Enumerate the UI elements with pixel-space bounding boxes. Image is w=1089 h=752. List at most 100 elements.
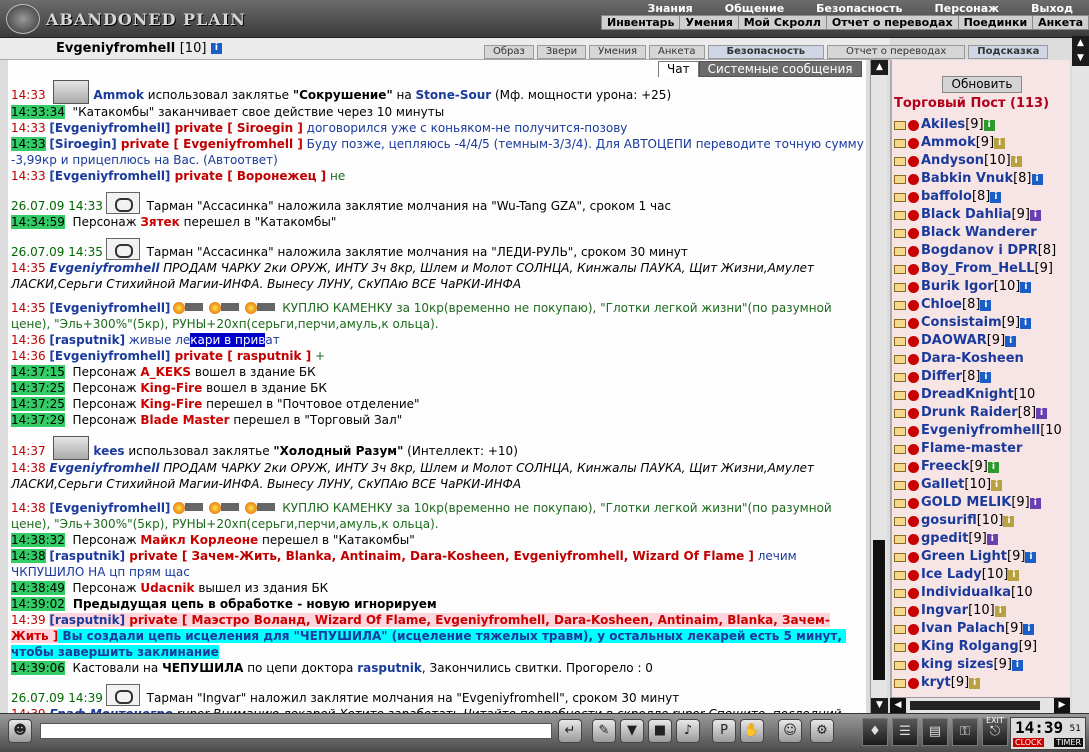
player-row[interactable]: Chloe [8] i [894,296,1070,314]
info-icon[interactable]: i [991,479,1003,491]
info-icon[interactable]: i [1025,551,1037,563]
player-row[interactable]: King Rolgang [9] [894,638,1070,656]
mail-icon[interactable] [894,462,906,472]
player-name[interactable]: DreadKnight [921,386,1014,404]
player-name[interactable]: Майкл Корлеоне [140,533,258,547]
info-icon[interactable]: i [1008,569,1020,581]
player-row[interactable]: Akiles [9] i [894,116,1070,134]
user-name[interactable]: Evgeniyfromhell [10] i [56,41,222,56]
sender-name[interactable]: [Siroegin] [49,137,116,151]
mail-icon[interactable] [894,444,906,454]
mail-icon[interactable] [894,372,906,382]
player-row[interactable]: Black Dahlia [9] i [894,206,1070,224]
mail-icon[interactable] [894,138,906,148]
player-row[interactable]: baffolo [8] i [894,188,1070,206]
sender-name[interactable]: [Evgeniyfromhell] [49,501,170,515]
info-icon[interactable]: i [986,533,998,545]
player-row[interactable]: king sizes [9] i [894,656,1070,674]
player-row[interactable]: Evgeniyfromhell [10 [894,422,1070,440]
player-row[interactable]: DAOWAR [9] i [894,332,1070,350]
scroll-down-icon[interactable]: ▼ [1072,51,1089,66]
player-name[interactable]: Flame-master [921,440,1022,458]
player-row[interactable]: DreadKnight [10 [894,386,1070,404]
scroll-left-icon[interactable]: ◀ [890,698,906,713]
player-row[interactable]: Dara-Kosheen [894,350,1070,368]
lock-icon[interactable]: ⚿ [952,718,978,746]
private-recipients[interactable]: private [ Зачем-Жить, Blanka, Antinaim, … [125,549,754,563]
sender-name[interactable]: [Evgeniyfromhell] [49,169,170,183]
tab-transfer-report[interactable]: Отчет о переводах [827,45,966,59]
player-row[interactable]: GOLD MELIK [9] i [894,494,1070,512]
info-icon[interactable]: i [1003,515,1015,527]
mail-icon[interactable] [894,354,906,364]
hand-icon[interactable]: ✋ [740,719,764,743]
info-icon[interactable]: i [1011,659,1023,671]
player-row[interactable]: Drunk Raider [8] i [894,404,1070,422]
player-name[interactable]: Ivan Palach [921,620,1005,638]
mail-icon[interactable] [894,660,906,670]
chat-scrollbar[interactable]: ▲ ▼ [870,60,888,713]
player-row[interactable]: Ivan Palach [9] i [894,620,1070,638]
player-row[interactable]: Freeck [9] i [894,458,1070,476]
mail-icon[interactable] [894,534,906,544]
actor-name[interactable]: Ammok [93,88,144,102]
info-icon[interactable]: i [994,605,1006,617]
book-icon[interactable]: ▤ [922,718,948,746]
panel-scrollbar[interactable]: ▲ ▼ [1072,36,1089,713]
submenu-inventory[interactable]: Инвентарь [602,16,681,29]
enter-icon[interactable]: ↵ [558,719,582,743]
player-name[interactable]: King-Fire [140,381,202,395]
mail-icon[interactable] [894,678,906,688]
player-name[interactable]: Ingvar [921,602,968,620]
sender-name[interactable]: [Evgeniyfromhell] [49,301,170,315]
panel-hscrollbar[interactable]: ◀ ▶ [890,697,1070,713]
info-icon[interactable]: i [1023,623,1035,635]
player-row[interactable]: Burik Igor [10] i [894,278,1070,296]
scroll-thumb[interactable] [873,540,885,680]
mail-icon[interactable] [894,210,906,220]
refresh-button[interactable]: Обновить [942,76,1022,93]
target-name[interactable]: Stone-Sour [416,88,492,102]
player-name[interactable]: Blade Master [140,413,229,427]
sender-name[interactable]: [rasputnik] [49,333,125,347]
player-row[interactable]: kryt [9] i [894,674,1070,692]
actor-name[interactable]: Evgeniyfromhell [49,461,159,475]
player-name[interactable]: King-Fire [140,397,202,411]
tab-image[interactable]: Образ [484,45,534,59]
player-name[interactable]: Babkin Vnuk [921,170,1013,188]
mail-icon[interactable] [894,624,906,634]
player-row[interactable]: Consistaim [9] i [894,314,1070,332]
info-icon[interactable]: i [969,677,981,689]
tab-security[interactable]: Безопасность [707,45,825,59]
player-row[interactable]: gpedit [9] i [894,530,1070,548]
player-row[interactable]: Andyson [10] i [894,152,1070,170]
info-icon[interactable]: i [1036,407,1048,419]
info-icon[interactable]: i [1029,497,1041,509]
tab-system-messages[interactable]: Системные сообщения [698,61,862,77]
player-row[interactable]: Bogdanov i DPR [8] [894,242,1070,260]
player-name[interactable]: Ammok [921,134,976,152]
scroll-down-icon[interactable]: ▼ [871,698,888,713]
player-name[interactable]: Akiles [921,116,965,134]
player-name[interactable]: kryt [921,674,951,692]
filter-icon[interactable]: ▼ [620,719,644,743]
info-icon[interactable]: i [1005,335,1017,347]
info-icon[interactable]: i [210,43,222,54]
info-icon[interactable]: i [987,461,999,473]
bag-icon[interactable]: ♦ [862,718,888,746]
chat-input[interactable] [40,723,552,739]
mail-icon[interactable] [894,192,906,202]
tab-profile[interactable]: Анкета [649,45,705,59]
save-icon[interactable]: ■ [648,719,672,743]
mail-icon[interactable] [894,426,906,436]
smile-face-icon[interactable]: ☻ [8,719,32,743]
menu-exit[interactable]: Выход [1015,2,1089,15]
doctor-name[interactable]: rasputnik [357,661,422,675]
player-row[interactable]: Differ [8] i [894,368,1070,386]
sender-name[interactable]: [Evgeniyfromhell] [49,121,170,135]
menu-communication[interactable]: Общение [709,2,800,15]
player-name[interactable]: Green Light [921,548,1007,566]
info-icon[interactable]: i [1029,209,1041,221]
player-row[interactable]: Ammok [9] i [894,134,1070,152]
scroll-icon[interactable]: ☰ [892,718,918,746]
